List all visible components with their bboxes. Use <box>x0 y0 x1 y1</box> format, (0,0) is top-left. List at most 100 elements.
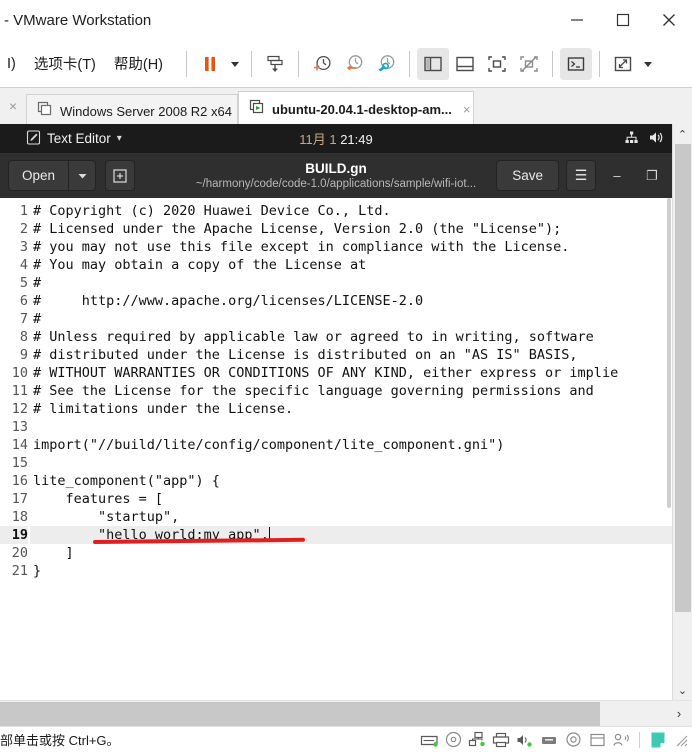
tabstrip-close-icon[interactable]: × <box>0 88 26 124</box>
line-number: 20 <box>11 545 28 561</box>
code-line[interactable]: # WITHOUT WARRANTIES OR CONDITIONS OF AN… <box>30 364 672 382</box>
code-text-area[interactable]: # Copyright (c) 2020 Huawei Device Co., … <box>30 198 672 700</box>
scroll-track[interactable] <box>673 144 692 680</box>
usb-controller-icon[interactable] <box>539 730 559 750</box>
pause-vm-icon[interactable] <box>194 48 226 80</box>
open-dropdown-caret-icon[interactable] <box>68 160 97 191</box>
code-line[interactable]: # Licensed under the Apache License, Ver… <box>30 220 672 238</box>
snapshot-revert-icon[interactable] <box>338 48 370 80</box>
gnome-app-menu[interactable]: Text Editor ▾ <box>26 129 122 148</box>
line-number: 16 <box>11 473 28 489</box>
open-button[interactable]: Open <box>8 160 69 191</box>
toolbar-separator <box>298 50 300 77</box>
display-icon[interactable] <box>587 730 607 750</box>
snapshot-manager-icon[interactable] <box>370 48 402 80</box>
line-number: 1 <box>19 203 28 219</box>
save-button[interactable]: Save <box>496 160 559 191</box>
code-line[interactable]: import("//build/lite/config/component/li… <box>30 436 672 454</box>
toolbar-separator <box>552 50 554 77</box>
code-line[interactable]: ] <box>30 544 672 562</box>
cd-dvd-icon[interactable] <box>443 730 463 750</box>
guest-vertical-scrollbar[interactable]: ⌃ ⌄ <box>672 124 692 700</box>
gedit-document-view: 1 2 3 4 5 6 7 8 9 10 11 12 13 14 15 16 17 18 19 20 21 # Copy… <box>0 198 672 700</box>
toolbar-separator <box>409 50 411 77</box>
stretch-dropdown-caret-icon[interactable] <box>639 49 657 79</box>
code-line[interactable]: # <box>30 310 672 328</box>
gnome-clock-time: 21:49 <box>340 132 373 147</box>
hamburger-menu-icon[interactable]: ☰ <box>566 160 596 191</box>
thumbnail-bar-icon[interactable] <box>449 48 481 80</box>
code-line[interactable]: features = [ <box>30 490 672 508</box>
code-line[interactable] <box>30 418 672 436</box>
code-line[interactable]: # <box>30 274 672 292</box>
gedit-restore-button[interactable]: ❐ <box>638 160 666 191</box>
menu-item-tabs[interactable]: 选项卡(T) <box>25 53 105 74</box>
scroll-down-arrow-icon[interactable]: ⌄ <box>673 680 692 700</box>
window-titlebar: - VMware Workstation <box>0 0 692 40</box>
code-line[interactable]: # See the License for the specific langu… <box>30 382 672 400</box>
chevron-down-icon[interactable]: ▾ <box>117 133 122 144</box>
minimize-button[interactable] <box>554 0 600 40</box>
console-view-icon[interactable] <box>560 47 593 80</box>
network-adapter-icon[interactable] <box>467 730 487 750</box>
toolbar-separator <box>186 50 188 77</box>
new-document-button[interactable] <box>105 160 136 191</box>
sound-card-icon[interactable] <box>515 730 535 750</box>
gnome-system-tray[interactable] <box>624 130 664 148</box>
window-title: - VMware Workstation <box>4 11 152 29</box>
code-line[interactable] <box>30 454 672 472</box>
bluetooth-icon[interactable] <box>611 730 631 750</box>
gnome-app-name: Text Editor <box>47 131 111 146</box>
code-line[interactable]: # Unless required by applicable law or a… <box>30 328 672 346</box>
line-number: 19 <box>0 526 28 544</box>
resize-grip-icon[interactable] <box>674 733 688 747</box>
gedit-vertical-scrollbar[interactable] <box>663 198 672 700</box>
printer-icon[interactable] <box>491 730 511 750</box>
guest-connected-indicator[interactable] <box>648 730 668 750</box>
unity-mode-icon[interactable] <box>513 48 545 80</box>
maximize-button[interactable] <box>600 0 646 40</box>
line-number: 8 <box>19 329 28 345</box>
snapshot-take-icon[interactable] <box>306 48 338 80</box>
vm-tab-windows-server[interactable]: Windows Server 2008 R2 x64 × <box>26 94 251 127</box>
scroll-right-arrow-icon[interactable]: › <box>666 706 692 721</box>
camera-icon[interactable] <box>563 730 583 750</box>
gedit-minimize-button[interactable]: – <box>603 160 631 191</box>
menubar-toolbar: I) 选项卡(T) 帮助(H) <box>0 40 692 88</box>
code-line[interactable]: # distributed under the License is distr… <box>30 346 672 364</box>
vm-tab-ubuntu[interactable]: ubuntu-20.04.1-desktop-am... × <box>238 91 474 127</box>
line-number: 12 <box>11 401 28 417</box>
statusbar-separator <box>639 731 640 748</box>
code-line[interactable]: # Copyright (c) 2020 Huawei Device Co., … <box>30 202 672 220</box>
gnome-topbar: Text Editor ▾ 11月 1 21:49 <box>0 124 672 153</box>
gedit-scroll-thumb[interactable] <box>667 198 671 508</box>
line-number: 15 <box>11 455 28 471</box>
code-line[interactable]: # you may not use this file except in co… <box>30 238 672 256</box>
close-button[interactable] <box>646 0 692 40</box>
hscroll-thumb[interactable] <box>0 701 600 726</box>
scroll-up-arrow-icon[interactable]: ⌃ <box>673 124 692 144</box>
guest-horizontal-scrollbar[interactable]: › <box>0 700 692 726</box>
line-number: 7 <box>19 311 28 327</box>
hard-disk-icon[interactable] <box>419 730 439 750</box>
guest-screen: Text Editor ▾ 11月 1 21:49 Open BUILD.gn … <box>0 124 672 700</box>
sidebar-toggle-icon[interactable] <box>417 47 450 80</box>
vm-tab-close-icon[interactable]: × <box>459 102 475 117</box>
code-line[interactable]: # You may obtain a copy of the License a… <box>30 256 672 274</box>
vmware-statusbar: 部单击或按 Ctrl+G。 <box>0 726 692 752</box>
line-number: 3 <box>19 239 28 255</box>
stretch-guest-icon[interactable] <box>607 48 639 80</box>
menu-item-help[interactable]: 帮助(H) <box>105 53 172 74</box>
scroll-thumb[interactable] <box>674 144 691 612</box>
fullscreen-icon[interactable] <box>481 48 513 80</box>
code-line[interactable]: "startup", <box>30 508 672 526</box>
menu-item-clipped[interactable]: I) <box>0 56 25 72</box>
gnome-clock-date: 11月 1 <box>299 132 337 147</box>
line-number: 17 <box>11 491 28 507</box>
code-line[interactable]: } <box>30 562 672 580</box>
send-ctrl-alt-del-icon[interactable] <box>259 48 291 80</box>
pause-dropdown-caret-icon[interactable] <box>226 49 244 79</box>
code-line[interactable]: lite_component("app") { <box>30 472 672 490</box>
code-line[interactable]: # limitations under the License. <box>30 400 672 418</box>
code-line[interactable]: # http://www.apache.org/licenses/LICENSE… <box>30 292 672 310</box>
